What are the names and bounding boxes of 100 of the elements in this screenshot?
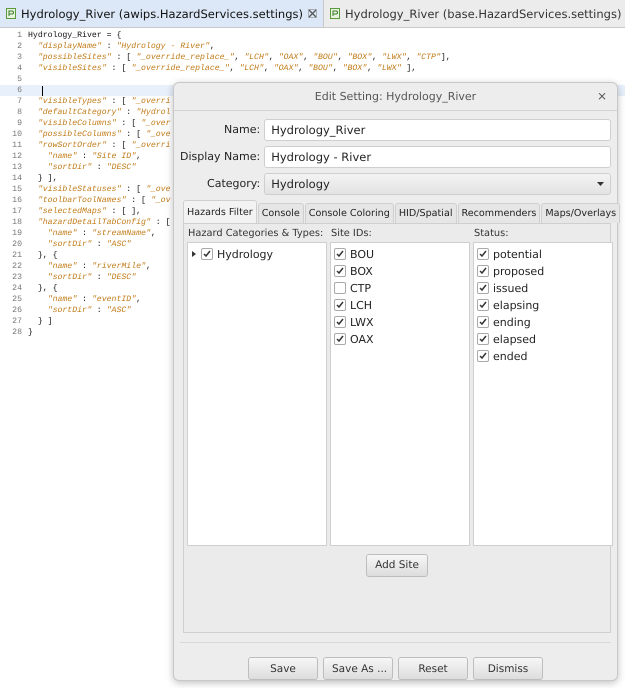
line-number: 1 xyxy=(16,30,23,41)
checkbox[interactable] xyxy=(334,299,346,312)
tab[interactable]: Recommenders xyxy=(458,202,540,223)
code-line: "visibleColumns" : [ "_over xyxy=(36,118,171,129)
code-line: "toolbarToolNames" : [ "_ov xyxy=(36,195,171,206)
list-heading: Site IDs: xyxy=(330,226,373,241)
field-label: Category: xyxy=(206,177,260,190)
code-line: "visibleStatuses" : [ "_ove xyxy=(36,184,171,195)
line-number: 21 xyxy=(11,250,23,261)
field-label: Display Name: xyxy=(180,150,260,164)
code-line: "sortDir" : "DESC" xyxy=(46,272,136,283)
line-number: 6 xyxy=(16,85,23,96)
code-line: } ] xyxy=(36,316,53,327)
line-number: 26 xyxy=(11,305,23,316)
line-number: 13 xyxy=(11,162,23,173)
checkbox[interactable] xyxy=(477,265,489,278)
text-cursor xyxy=(42,86,43,96)
add-site-button[interactable]: Add Site xyxy=(366,554,428,577)
item-label: OAX xyxy=(350,332,374,346)
line-number: 16 xyxy=(11,195,23,206)
item-label: elapsed xyxy=(493,332,536,346)
item-label: ended xyxy=(493,350,528,363)
line-number: 5 xyxy=(16,74,23,85)
code-line: "name" : "riverMile", xyxy=(46,261,151,272)
text-field[interactable]: Hydrology - River xyxy=(264,146,611,168)
tab[interactable]: Maps/Overlays xyxy=(541,202,620,223)
code-line: } ], xyxy=(36,173,58,184)
category-dropdown[interactable]: Hydrology xyxy=(264,172,611,195)
line-number: 14 xyxy=(11,173,23,184)
line-number: 17 xyxy=(11,206,23,217)
tab[interactable]: HID/Spatial xyxy=(394,202,457,223)
line-number: 24 xyxy=(11,283,23,294)
item-label: potential xyxy=(493,248,542,261)
code-line: "visibleTypes" : [ "_overri xyxy=(36,96,171,107)
line-number: 11 xyxy=(11,140,23,151)
checkbox[interactable] xyxy=(477,316,489,328)
code-line: "displayName" : "Hydrology - River", xyxy=(36,41,215,52)
code-line: "hazardDetailTabConfig" : [ xyxy=(36,217,170,228)
tab[interactable]: Console Coloring xyxy=(304,202,394,223)
line-number: 25 xyxy=(11,294,23,305)
checkbox[interactable] xyxy=(477,282,489,294)
item-label: issued xyxy=(493,282,528,295)
line-number: 7 xyxy=(16,96,23,107)
checkbox[interactable] xyxy=(334,248,346,260)
dialog-button[interactable]: Dismiss xyxy=(473,657,543,680)
expand-arrow-icon[interactable] xyxy=(191,251,197,258)
tab[interactable]: Hazards Filter xyxy=(183,200,257,223)
code-line: "name" : "eventID", xyxy=(46,294,142,305)
line-number: 28 xyxy=(11,327,23,338)
item-label: elapsing xyxy=(493,298,540,312)
dialog-button[interactable]: Save As ... xyxy=(323,657,393,680)
item-label: ending xyxy=(493,316,531,329)
dialog-button[interactable]: Save xyxy=(248,657,318,680)
tab[interactable]: Console xyxy=(258,202,304,223)
checkbox[interactable] xyxy=(334,333,346,346)
checkbox[interactable] xyxy=(334,282,346,294)
line-number: 18 xyxy=(11,217,23,228)
code-line: } xyxy=(28,327,33,338)
editor-tab[interactable]: Hydrology_River (base.HazardServices.settings) xyxy=(324,0,625,27)
checkbox[interactable] xyxy=(201,248,213,260)
file-icon xyxy=(6,8,16,19)
checkbox[interactable] xyxy=(334,316,346,328)
item-label: LWX xyxy=(350,316,374,329)
line-number: 4 xyxy=(16,63,23,74)
code-line: }, { xyxy=(36,250,58,261)
close-icon[interactable] xyxy=(308,9,317,18)
line-number: 2 xyxy=(16,41,23,52)
line-number: 3 xyxy=(16,52,23,63)
code-line: "rowSortOrder" : [ "_overri xyxy=(36,140,171,151)
checkbox[interactable] xyxy=(334,265,346,278)
line-number: 15 xyxy=(11,184,23,195)
line-number: 19 xyxy=(11,228,23,239)
checkbox[interactable] xyxy=(477,333,489,346)
item-label: CTP xyxy=(350,282,372,295)
line-number: 12 xyxy=(11,151,23,162)
item-label: proposed xyxy=(493,264,544,278)
line-number: 9 xyxy=(16,118,23,129)
dialog-button[interactable]: Reset xyxy=(398,657,468,680)
text-field[interactable]: Hydrology_River xyxy=(264,118,611,141)
checkbox[interactable] xyxy=(477,350,489,362)
line-number: 8 xyxy=(16,107,23,118)
code-line: "sortDir" : "ASC" xyxy=(46,305,132,316)
item-label: Hydrology xyxy=(217,248,274,261)
dropdown-arrow-icon xyxy=(597,182,604,186)
code-line: "name" : "streamName", xyxy=(46,228,156,239)
line-number: 23 xyxy=(11,272,23,283)
code-line: "defaultCategory" : "Hydrol xyxy=(36,107,171,118)
checkbox[interactable] xyxy=(477,299,489,312)
code-line: "sortDir" : "ASC" xyxy=(46,239,132,250)
code-line: "possibleColumns" : [ "_ove xyxy=(36,129,171,140)
item-label: LCH xyxy=(350,298,372,312)
checkbox[interactable] xyxy=(477,248,489,260)
editor-tab[interactable]: Hydrology_River (awips.HazardServices.settings) xyxy=(0,0,324,27)
code-line: }, { xyxy=(36,283,58,294)
item-label: BOX xyxy=(350,264,373,278)
item-label: BOU xyxy=(350,248,374,261)
code-line: "sortDir" : "DESC" xyxy=(46,162,136,173)
line-number: 22 xyxy=(11,261,23,272)
code-line: "visibleSites" : [ "_override_replace_", "LCH", "OAX", "BOU", "BOX", "LWX" ], xyxy=(36,63,416,74)
close-button[interactable]: × xyxy=(596,89,607,103)
